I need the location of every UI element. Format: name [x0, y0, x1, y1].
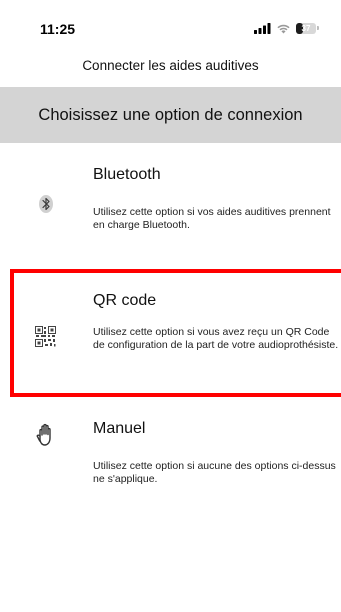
- qr-code-icon: [35, 326, 56, 347]
- bluetooth-icon: [39, 195, 53, 213]
- option-manual-title: Manuel: [93, 420, 146, 437]
- option-bluetooth[interactable]: Bluetooth Utilisez cette option si vos a…: [0, 155, 341, 255]
- option-qr-code[interactable]: QR code Utilisez cette option si vous av…: [0, 275, 341, 393]
- option-manual-description: Utilisez cette option si aucune des opti…: [93, 460, 336, 485]
- section-header: Choisissez une option de connexion: [0, 87, 341, 143]
- signal-bars-icon: [254, 22, 271, 34]
- battery-icon: 37: [296, 22, 316, 34]
- section-header-label: Choisissez une option de connexion: [38, 105, 303, 124]
- hand-icon: [36, 423, 51, 446]
- status-time: 11:25: [40, 21, 76, 37]
- option-qr-code-description: Utilisez cette option si vous avez reçu …: [93, 326, 339, 351]
- battery-level: 37: [301, 23, 311, 33]
- option-bluetooth-description: Utilisez cette option si vos aides audit…: [93, 206, 331, 231]
- screen: 11:25 37 Connecter les aides auditives C…: [0, 0, 341, 612]
- page-title: Connecter les aides auditives: [82, 58, 259, 73]
- status-icons: 37: [254, 21, 319, 35]
- option-qr-code-title: QR code: [93, 292, 157, 309]
- option-manual[interactable]: Manuel Utilisez cette option si aucune d…: [0, 410, 341, 510]
- wifi-icon: [277, 24, 290, 33]
- option-bluetooth-title: Bluetooth: [93, 166, 161, 183]
- status-bar: 11:25 37: [0, 0, 341, 44]
- battery-tip: [317, 26, 319, 30]
